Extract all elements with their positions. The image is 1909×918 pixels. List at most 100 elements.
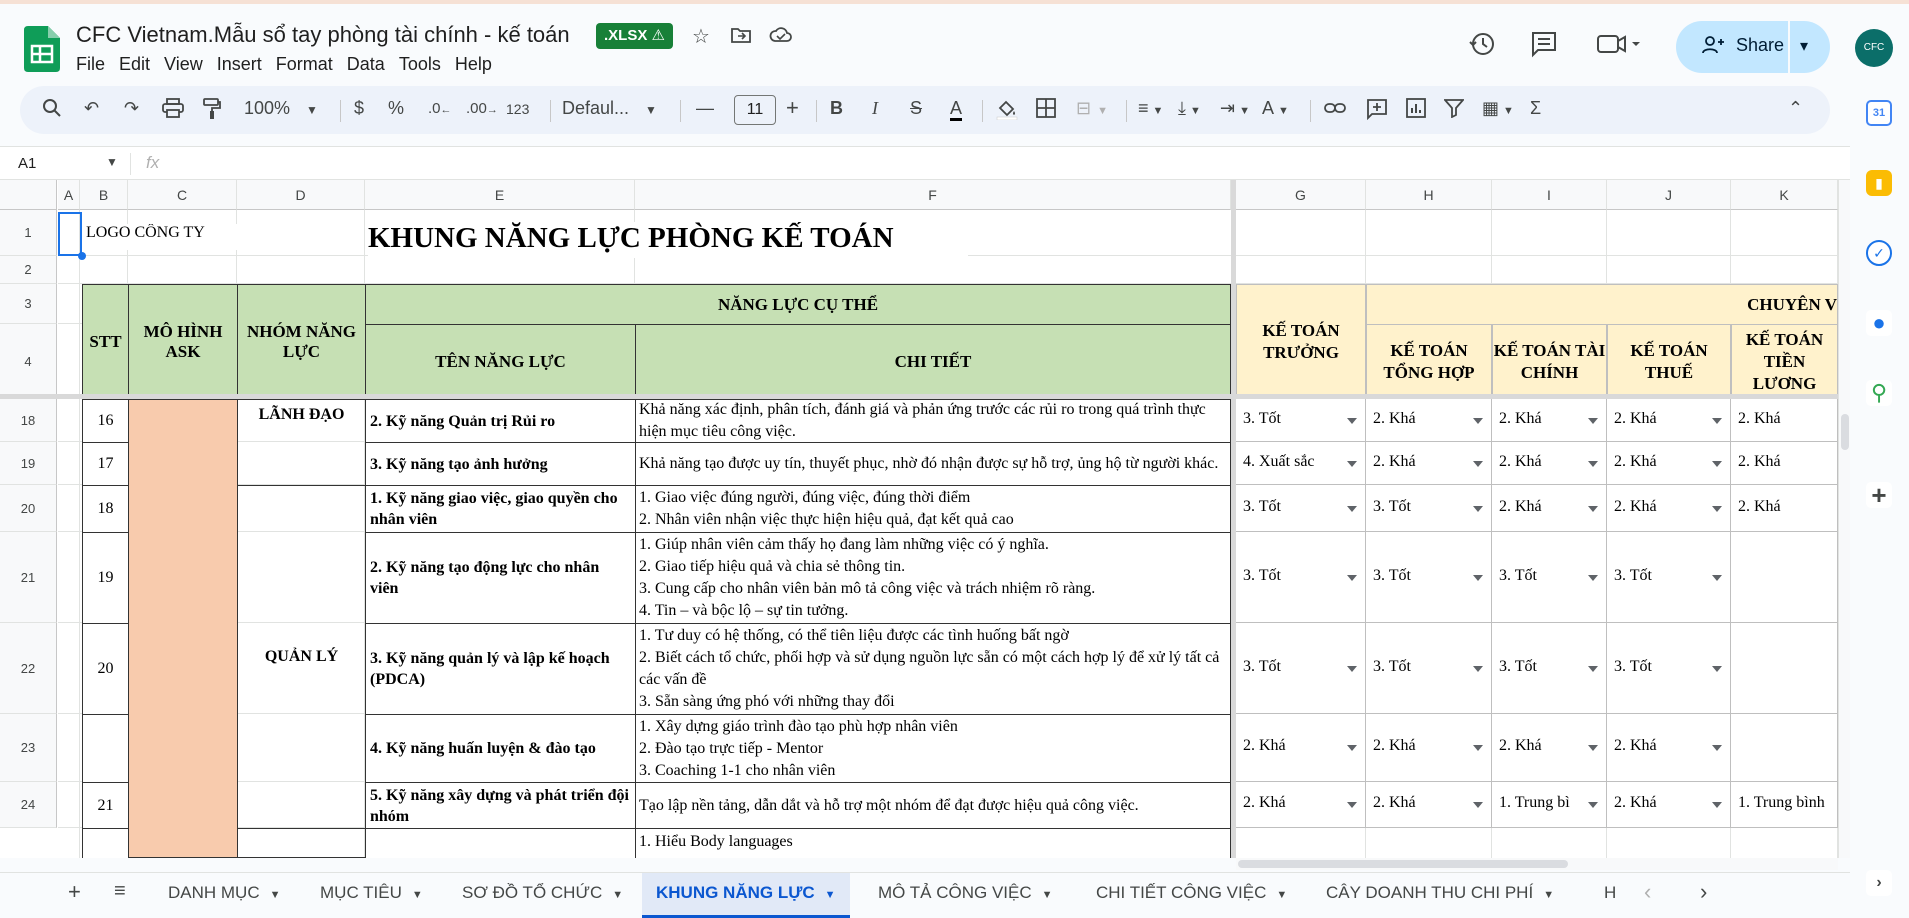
rating-dropdown-h[interactable]: 2. Khá [1366, 782, 1492, 828]
column-header-b[interactable]: B [80, 180, 128, 210]
rating-dropdown-j[interactable]: 2. Khá [1607, 399, 1731, 442]
rating-dropdown-j[interactable]: 2. Khá [1607, 714, 1731, 782]
undo-icon[interactable]: ↶ [84, 98, 99, 119]
dropdown-arrow-icon[interactable] [1588, 506, 1598, 512]
rating-dropdown-h[interactable]: 3. Tốt [1366, 623, 1492, 714]
rating-dropdown-i[interactable]: 3. Tốt [1492, 623, 1607, 714]
dropdown-arrow-icon[interactable] [1712, 418, 1722, 424]
rating-dropdown-i[interactable]: 2. Khá [1492, 442, 1607, 485]
spreadsheet-grid[interactable]: A B C D E F G H I J K 1 2 3 4 18 19 20 21 22 23 24 LOGO CÔNG T… [0, 180, 1838, 858]
paint-format-icon[interactable] [202, 98, 222, 125]
row-header-22[interactable]: 22 [0, 623, 57, 714]
rating-dropdown-j[interactable]: 2. Khá [1607, 782, 1731, 828]
selected-cell-a1[interactable] [58, 212, 82, 256]
rating-dropdown-g[interactable]: 3. Tốt [1236, 532, 1366, 623]
rating-dropdown-k[interactable]: 1. Trung bình [1731, 782, 1838, 828]
row-header-1[interactable]: 1 [0, 210, 57, 256]
dropdown-arrow-icon[interactable] [1473, 666, 1483, 672]
menu-tools[interactable]: Tools [399, 52, 449, 77]
dropdown-arrow-icon[interactable] [1473, 745, 1483, 751]
text-wrapping-icon[interactable]: ⇥ ▼ [1220, 98, 1250, 119]
dropdown-arrow-icon[interactable] [1473, 802, 1483, 808]
currency-format-button[interactable]: $ [354, 98, 364, 119]
rating-dropdown-i[interactable]: 2. Khá [1492, 714, 1607, 782]
comments-icon[interactable] [1530, 30, 1558, 64]
tab-menu-caret-icon[interactable]: ▼ [270, 889, 281, 901]
dropdown-arrow-icon[interactable] [1712, 575, 1722, 581]
dropdown-arrow-icon[interactable] [1712, 802, 1722, 808]
rating-dropdown-j[interactable]: 3. Tốt [1607, 623, 1731, 714]
rating-dropdown-k[interactable] [1731, 623, 1838, 714]
tab-menu-caret-icon[interactable]: ▼ [1276, 889, 1287, 901]
rating-dropdown-h[interactable]: 2. Khá [1366, 714, 1492, 782]
dropdown-arrow-icon[interactable] [1347, 666, 1357, 672]
rating-dropdown-h[interactable]: 3. Tốt [1366, 485, 1492, 532]
tab-menu-caret-icon[interactable]: ▼ [612, 889, 623, 901]
dropdown-arrow-icon[interactable] [1473, 461, 1483, 467]
selection-fill-handle[interactable] [78, 252, 86, 260]
vertical-scroll-thumb[interactable] [1841, 414, 1849, 450]
text-color-button[interactable]: A [950, 98, 963, 121]
redo-icon[interactable]: ↷ [124, 98, 139, 119]
rating-dropdown-h[interactable]: 2. Khá [1366, 399, 1492, 442]
sheet-tab-3[interactable]: SƠ ĐỒ TỔ CHỨC ▼ [462, 883, 623, 903]
filter-views-icon[interactable]: ▦ ▼ [1482, 98, 1514, 119]
filter-icon[interactable] [1443, 98, 1465, 123]
star-icon[interactable]: ☆ [688, 24, 714, 50]
rating-dropdown-g[interactable]: 3. Tốt [1236, 485, 1366, 532]
font-size-input[interactable]: 11 [734, 95, 776, 125]
sheet-tab-1[interactable]: DANH MỤC ▼ [168, 883, 281, 903]
bold-button[interactable]: B [830, 98, 843, 119]
zoom-select[interactable]: 100% ▼ [244, 98, 318, 119]
rating-dropdown-k[interactable] [1731, 532, 1838, 623]
horizontal-scroll-thumb[interactable] [1238, 860, 1568, 868]
share-dropdown-icon[interactable]: ▾ [1800, 36, 1808, 56]
scroll-tabs-right-icon[interactable]: › [1700, 879, 1707, 905]
row-header-3[interactable]: 3 [0, 284, 57, 324]
tasks-icon[interactable]: ✓ [1866, 240, 1892, 266]
dropdown-arrow-icon[interactable] [1347, 461, 1357, 467]
insert-chart-icon[interactable] [1406, 98, 1426, 123]
rating-dropdown-i[interactable]: 1. Trung bì [1492, 782, 1607, 828]
rating-dropdown-g[interactable]: 4. Xuất sắc [1236, 442, 1366, 485]
column-header-h[interactable]: H [1366, 180, 1492, 210]
rating-dropdown-g[interactable]: 2. Khá [1236, 782, 1366, 828]
column-header-a[interactable]: A [58, 180, 80, 210]
menu-view[interactable]: View [164, 52, 211, 77]
rating-dropdown-g[interactable]: 3. Tốt [1236, 399, 1366, 442]
tab-menu-caret-icon[interactable]: ▼ [1543, 889, 1554, 901]
add-sheet-icon[interactable]: + [68, 879, 81, 905]
menu-insert[interactable]: Insert [217, 52, 270, 77]
increase-font-size-icon[interactable]: + [786, 95, 799, 121]
horizontal-scrollbar[interactable] [1236, 858, 1838, 870]
sheet-tab-2[interactable]: MỤC TIÊU ▼ [320, 883, 423, 903]
move-folder-icon[interactable] [728, 24, 754, 50]
percent-format-button[interactable]: % [388, 98, 404, 119]
row-header-24[interactable]: 24 [0, 782, 57, 828]
search-menus-icon[interactable] [42, 98, 62, 123]
rating-dropdown-i[interactable]: 2. Khá [1492, 399, 1607, 442]
xlsx-badge[interactable]: .XLSX ⚠ [596, 23, 673, 49]
dropdown-arrow-icon[interactable] [1588, 802, 1598, 808]
row-header-20[interactable]: 20 [0, 485, 57, 532]
column-header-e[interactable]: E [365, 180, 635, 210]
vertical-align-icon[interactable]: ⤓ ▼ [1178, 98, 1201, 119]
meet-icon[interactable] [1596, 30, 1642, 64]
keep-icon[interactable]: ▮ [1866, 170, 1892, 196]
dropdown-arrow-icon[interactable] [1588, 418, 1598, 424]
more-formats-button[interactable]: 123 [506, 101, 529, 117]
menu-data[interactable]: Data [347, 52, 393, 77]
sheet-tab-7[interactable]: CÂY DOANH THU CHI PHÍ ▼ [1326, 883, 1554, 903]
column-header-i[interactable]: I [1492, 180, 1607, 210]
italic-button[interactable]: I [872, 98, 878, 119]
decrease-font-size-icon[interactable]: — [696, 98, 714, 119]
sheet-tab-4[interactable]: KHUNG NĂNG LỰC ▼ [642, 873, 850, 918]
menu-help[interactable]: Help [455, 52, 500, 77]
cloud-status-icon[interactable] [768, 24, 794, 50]
row-header-19[interactable]: 19 [0, 442, 57, 485]
maps-icon[interactable]: ⚲ [1866, 380, 1892, 406]
sheet-tab-6[interactable]: CHI TIẾT CÔNG VIỆC ▼ [1096, 883, 1287, 903]
dropdown-arrow-icon[interactable] [1347, 745, 1357, 751]
vertical-scrollbar[interactable] [1838, 180, 1850, 858]
get-addons-icon[interactable]: + [1866, 482, 1892, 508]
